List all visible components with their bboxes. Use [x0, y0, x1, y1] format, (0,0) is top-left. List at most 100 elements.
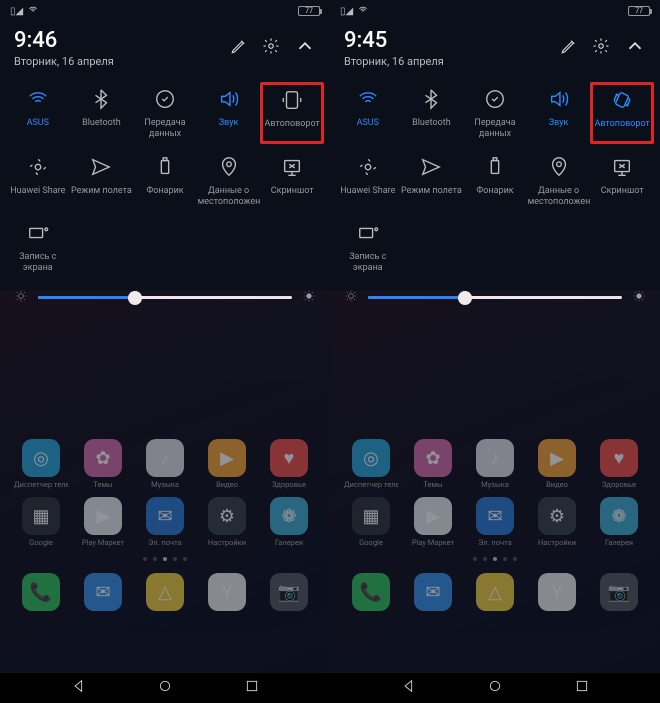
app-item[interactable]: ⚙ Настройки: [526, 497, 588, 547]
app-item[interactable]: ✉: [402, 573, 464, 614]
app-label: Видео: [216, 480, 238, 489]
app-item[interactable]: 📞: [340, 573, 402, 614]
qs-screenshot[interactable]: Скриншот: [590, 150, 654, 210]
data-icon: [480, 84, 510, 114]
rotate-on-icon: [607, 85, 637, 115]
app-icon: △: [476, 573, 514, 611]
app-icon: ♪: [476, 439, 514, 477]
plane-icon: [86, 152, 116, 182]
qs-pin[interactable]: Данные о местоположении: [527, 150, 591, 210]
app-item[interactable]: ▦ Google: [340, 497, 402, 547]
app-item[interactable]: ✉ Эл. почта: [464, 497, 526, 547]
qs-label: Звук: [549, 118, 569, 140]
gear-icon[interactable]: [592, 37, 610, 59]
qs-plane[interactable]: Режим полета: [70, 150, 134, 210]
rotate-off-icon: [277, 85, 307, 115]
qs-wifi[interactable]: ASUS: [6, 82, 70, 144]
qs-record[interactable]: Запись с экрана: [6, 216, 70, 276]
chevron-up-icon[interactable]: [624, 35, 646, 61]
app-item[interactable]: Y: [196, 573, 258, 614]
app-icon: ✿: [84, 439, 122, 477]
app-icon: Y: [208, 573, 246, 611]
app-label: Настройки: [538, 538, 576, 547]
app-item[interactable]: ✿ Темы: [402, 439, 464, 489]
app-item[interactable]: 📷: [258, 573, 320, 614]
qs-sound[interactable]: Звук: [197, 82, 261, 144]
app-item[interactable]: ❁ Галерея: [258, 497, 320, 547]
app-icon: ▦: [352, 497, 390, 535]
app-item[interactable]: ✿ Темы: [72, 439, 134, 489]
nav-back[interactable]: [401, 678, 417, 698]
qs-label: Huawei Share: [10, 186, 65, 208]
qs-data[interactable]: Передача данных: [133, 82, 197, 144]
home-screen: ◎ Диспетчер телефона ✿ Темы ♪ Музыка ▶ В…: [0, 290, 330, 673]
qs-label: Huawei Share: [340, 186, 395, 208]
app-item[interactable]: ✉: [72, 573, 134, 614]
app-icon: ▶: [538, 439, 576, 477]
qs-data[interactable]: Передача данных: [463, 82, 527, 144]
qs-share[interactable]: Huawei Share: [6, 150, 70, 210]
app-item[interactable]: ❁ Галерея: [588, 497, 650, 547]
app-item[interactable]: Y: [526, 573, 588, 614]
nav-recent[interactable]: [574, 678, 590, 698]
chevron-up-icon[interactable]: [294, 35, 316, 61]
app-icon: ✉: [146, 497, 184, 535]
app-item[interactable]: ⚙ Настройки: [196, 497, 258, 547]
qs-sound[interactable]: Звук: [527, 82, 591, 144]
qs-pin[interactable]: Данные о местоположении: [197, 150, 261, 210]
status-bar: ▯◢ 77: [330, 0, 660, 20]
nav-recent[interactable]: [244, 678, 260, 698]
app-item[interactable]: ◎ Диспетчер телефона: [10, 439, 72, 489]
app-item[interactable]: ✉ Эл. почта: [134, 497, 196, 547]
qs-share[interactable]: Huawei Share: [336, 150, 400, 210]
app-icon: ▶: [208, 439, 246, 477]
app-icon: Y: [538, 573, 576, 611]
app-item[interactable]: ▶ Play Маркет: [72, 497, 134, 547]
nav-back[interactable]: [71, 678, 87, 698]
qs-plane[interactable]: Режим полета: [400, 150, 464, 210]
qs-flash[interactable]: Фонарик: [463, 150, 527, 210]
qs-bt[interactable]: Bluetooth: [70, 82, 134, 144]
nav-home[interactable]: [157, 678, 173, 698]
app-item[interactable]: △: [134, 573, 196, 614]
app-item[interactable]: ▦ Google: [10, 497, 72, 547]
nav-bar: [330, 673, 660, 703]
share-icon: [353, 152, 383, 182]
app-item[interactable]: ♪ Музыка: [464, 439, 526, 489]
app-item[interactable]: ▶ Видео: [526, 439, 588, 489]
app-item[interactable]: △: [464, 573, 526, 614]
qs-label: Данные о местоположении: [198, 186, 260, 208]
home-screen: ◎ Диспетчер телефона ✿ Темы ♪ Музыка ▶ В…: [330, 290, 660, 673]
edit-icon[interactable]: [230, 37, 248, 59]
app-label: Эл. почта: [148, 538, 181, 547]
qs-screenshot[interactable]: Скриншот: [260, 150, 324, 210]
app-item[interactable]: 📞: [10, 573, 72, 614]
app-icon: △: [146, 573, 184, 611]
app-label: Play Маркет: [412, 538, 454, 547]
app-item[interactable]: ♥ Здоровье: [588, 439, 650, 489]
qs-bt[interactable]: Bluetooth: [400, 82, 464, 144]
edit-icon[interactable]: [560, 37, 578, 59]
page-dots: [0, 557, 330, 561]
gear-icon[interactable]: [262, 37, 280, 59]
app-item[interactable]: ◎ Диспетчер телефона: [340, 439, 402, 489]
page-dots: [330, 557, 660, 561]
app-icon: ✿: [414, 439, 452, 477]
qs-rotate-off[interactable]: Автоповорот: [260, 82, 324, 144]
app-item[interactable]: 📷: [588, 573, 650, 614]
app-item[interactable]: ♪ Музыка: [134, 439, 196, 489]
app-icon: ✉: [476, 497, 514, 535]
qs-record[interactable]: Запись с экрана: [336, 216, 400, 276]
app-item[interactable]: ▶ Видео: [196, 439, 258, 489]
battery-icon: 77: [298, 6, 320, 16]
app-icon: ▶: [414, 497, 452, 535]
dock: 📞 ✉ △ Y 📷: [0, 567, 330, 620]
qs-wifi[interactable]: ASUS: [336, 82, 400, 144]
qs-rotate-on[interactable]: Автоповорот: [590, 82, 654, 144]
app-icon: ▦: [22, 497, 60, 535]
nav-bar: [0, 673, 330, 703]
qs-flash[interactable]: Фонарик: [133, 150, 197, 210]
app-item[interactable]: ▶ Play Маркет: [402, 497, 464, 547]
app-item[interactable]: ♥ Здоровье: [258, 439, 320, 489]
nav-home[interactable]: [487, 678, 503, 698]
